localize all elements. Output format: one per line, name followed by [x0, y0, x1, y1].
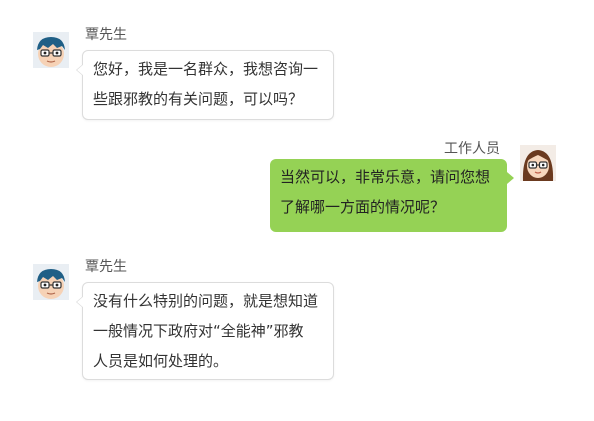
avatar-boy-with-glasses-icon[interactable] [33, 264, 69, 300]
boy-with-glasses-icon [33, 264, 69, 300]
boy-with-glasses-icon [33, 32, 69, 68]
sender-name: 工作人员 [444, 141, 500, 157]
message-bubble[interactable]: 当然可以，非常乐意，请问您想 了解哪一方面的情况呢？ [270, 159, 514, 232]
girl-with-glasses-icon [520, 145, 556, 181]
sender-name: 覃先生 [85, 27, 127, 43]
message-text-line: 一般情况下政府对“全能神”邪教 [93, 322, 304, 340]
message-text-line: 些跟邪教的有关问题，可以吗？ [93, 90, 304, 108]
message-text-line: 当然可以，非常乐意，请问您想 [280, 168, 491, 186]
sender-name: 覃先生 [85, 259, 127, 275]
avatar-boy-with-glasses-icon[interactable] [33, 32, 69, 68]
avatar-girl-with-glasses-icon[interactable] [520, 145, 556, 181]
message-text-line: 了解哪一方面的情况呢？ [280, 198, 446, 216]
message-text-line: 您好，我是一名群众，我想咨询一 [93, 60, 319, 78]
message-text-line: 人员是如何处理的。 [93, 352, 229, 370]
message-bubble[interactable]: 您好，我是一名群众，我想咨询一 些跟邪教的有关问题，可以吗？ [76, 50, 334, 120]
message-text-line: 没有什么特别的问题，就是想知道 [93, 292, 319, 310]
message-bubble[interactable]: 没有什么特别的问题，就是想知道 一般情况下政府对“全能神”邪教 人员是如何处理的… [76, 282, 334, 380]
